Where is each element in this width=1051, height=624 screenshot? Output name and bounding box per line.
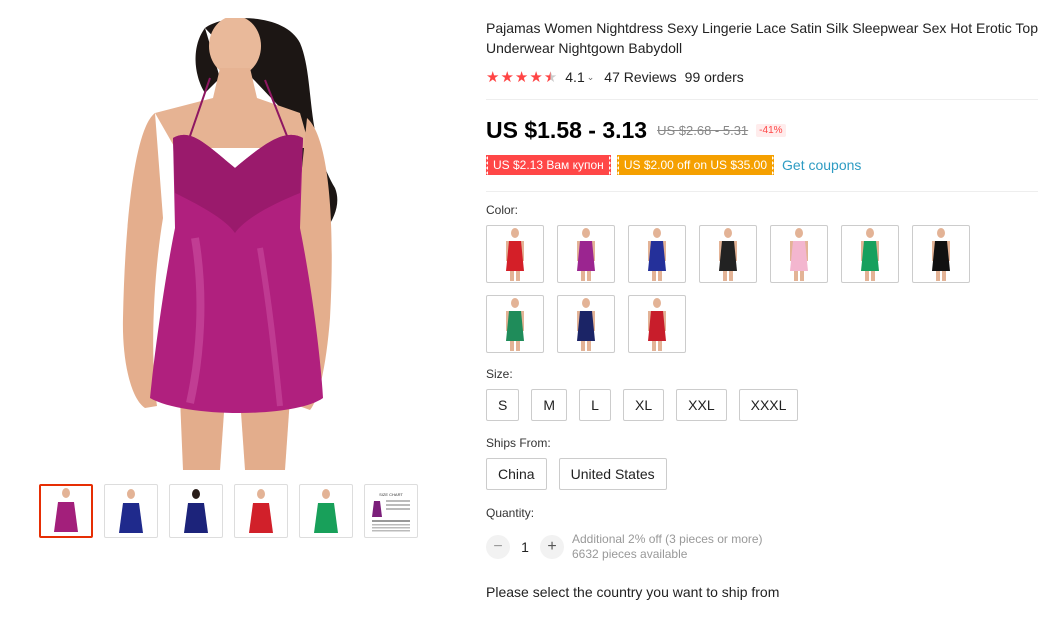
thumbnail-1[interactable] <box>39 484 93 538</box>
stock-available-text: 6632 pieces available <box>572 547 688 561</box>
dress-red-icon <box>506 228 524 281</box>
rating-row: ★ ★ ★ ★ ★ 4.1 ⌄ 47 Reviews 99 orders <box>486 67 1038 87</box>
product-title: Pajamas Women Nightdress Sexy Lingerie L… <box>486 20 1038 56</box>
color-swatch-dress-green-lace[interactable] <box>486 295 544 353</box>
orders-count: 99 orders <box>684 69 744 85</box>
star-icon: ★ <box>514 68 529 86</box>
dress-red-2-icon <box>648 298 666 351</box>
dress-green-lace-icon <box>506 298 524 351</box>
ships-from-label: Ships From: <box>486 436 551 450</box>
color-swatch-dress-black[interactable] <box>699 225 757 283</box>
color-swatch-dress-red[interactable] <box>486 225 544 283</box>
price-row: US $1.58 - 3.13 US $2.68 - 5.31 -41% <box>486 116 1038 144</box>
size-chart-label: SIZE CHART <box>379 492 403 497</box>
discount-badge: -41% <box>756 123 786 137</box>
original-price: US $2.68 - 5.31 <box>657 122 749 138</box>
color-swatch-dress-black-2[interactable] <box>912 225 970 283</box>
color-swatch-dress-red-2[interactable] <box>628 295 686 353</box>
quantity-stepper: − 1 + Additional 2% off (3 pieces or mor… <box>486 532 1038 562</box>
main-product-image[interactable] <box>95 18 377 470</box>
dress-blue-icon <box>648 228 666 281</box>
reviews-link[interactable]: 47 Reviews <box>604 69 676 85</box>
thumbnail-strip: SIZE CHART <box>39 484 418 538</box>
size-options: S M L XL XXL XXXL <box>486 389 1038 421</box>
quantity-label: Quantity: <box>486 506 535 520</box>
star-icon: ★ <box>500 68 514 86</box>
dress-purple-icon <box>577 228 595 281</box>
color-swatch-dress-green[interactable] <box>841 225 899 283</box>
star-icon: ★ <box>529 68 543 86</box>
coupon-badge-select[interactable]: US $2.00 off on US $35.00 <box>615 155 775 175</box>
color-swatch-dress-purple[interactable] <box>557 225 615 283</box>
star-half-icon: ★ <box>543 68 558 86</box>
color-label: Color: <box>486 203 519 217</box>
color-swatches <box>486 225 986 353</box>
color-swatch-dress-navy[interactable] <box>557 295 615 353</box>
quantity-input[interactable]: 1 <box>510 539 540 555</box>
dress-green-icon <box>861 228 879 281</box>
quantity-increase-button[interactable]: + <box>540 535 564 559</box>
divider <box>486 191 1038 192</box>
coupon-badge-store[interactable]: US $2.13 Вам купон <box>485 155 611 175</box>
ships-from-option-united-states[interactable]: United States <box>558 458 667 490</box>
ships-from-options: China United States <box>486 458 1038 490</box>
bulk-discount-text: Additional 2% off (3 pieces or more) <box>572 532 763 546</box>
dress-black-2-icon <box>932 228 950 281</box>
get-coupons-link[interactable]: Get coupons <box>782 157 861 173</box>
dress-navy-icon <box>577 298 595 351</box>
rating-stars[interactable]: ★ ★ ★ ★ ★ <box>486 70 557 85</box>
ships-from-option-china[interactable]: China <box>486 458 547 490</box>
size-label: Size: <box>486 367 513 381</box>
dress-pink-icon <box>790 228 808 281</box>
star-icon: ★ <box>486 68 500 86</box>
thumbnail-3[interactable] <box>169 484 223 538</box>
size-option-xxl[interactable]: XXL <box>676 389 727 421</box>
thumbnail-2[interactable] <box>104 484 158 538</box>
size-option-s[interactable]: S <box>486 389 520 421</box>
ship-country-message: Please select the country you want to sh… <box>486 584 780 600</box>
thumbnail-5[interactable] <box>299 484 353 538</box>
size-option-m[interactable]: M <box>531 389 568 421</box>
quantity-decrease-button[interactable]: − <box>486 535 510 559</box>
size-option-xxxl[interactable]: XXXL <box>738 389 799 421</box>
price: US $1.58 - 3.13 <box>486 116 648 143</box>
quantity-info: Additional 2% off (3 pieces or more) 663… <box>572 532 763 562</box>
size-option-xl[interactable]: XL <box>623 389 665 421</box>
dress-black-icon <box>719 228 737 281</box>
size-option-l[interactable]: L <box>579 389 612 421</box>
chevron-down-icon[interactable]: ⌄ <box>587 72 595 83</box>
coupon-row: US $2.13 Вам купон US $2.00 off on US $3… <box>485 153 1038 177</box>
thumbnail-4[interactable] <box>234 484 288 538</box>
product-info: Pajamas Women Nightdress Sexy Lingerie L… <box>485 18 1038 600</box>
color-swatch-dress-blue[interactable] <box>628 225 686 283</box>
divider <box>486 99 1038 100</box>
color-swatch-dress-pink[interactable] <box>770 225 828 283</box>
thumbnail-size-chart[interactable]: SIZE CHART <box>364 484 418 538</box>
rating-value[interactable]: 4.1 <box>565 69 584 85</box>
